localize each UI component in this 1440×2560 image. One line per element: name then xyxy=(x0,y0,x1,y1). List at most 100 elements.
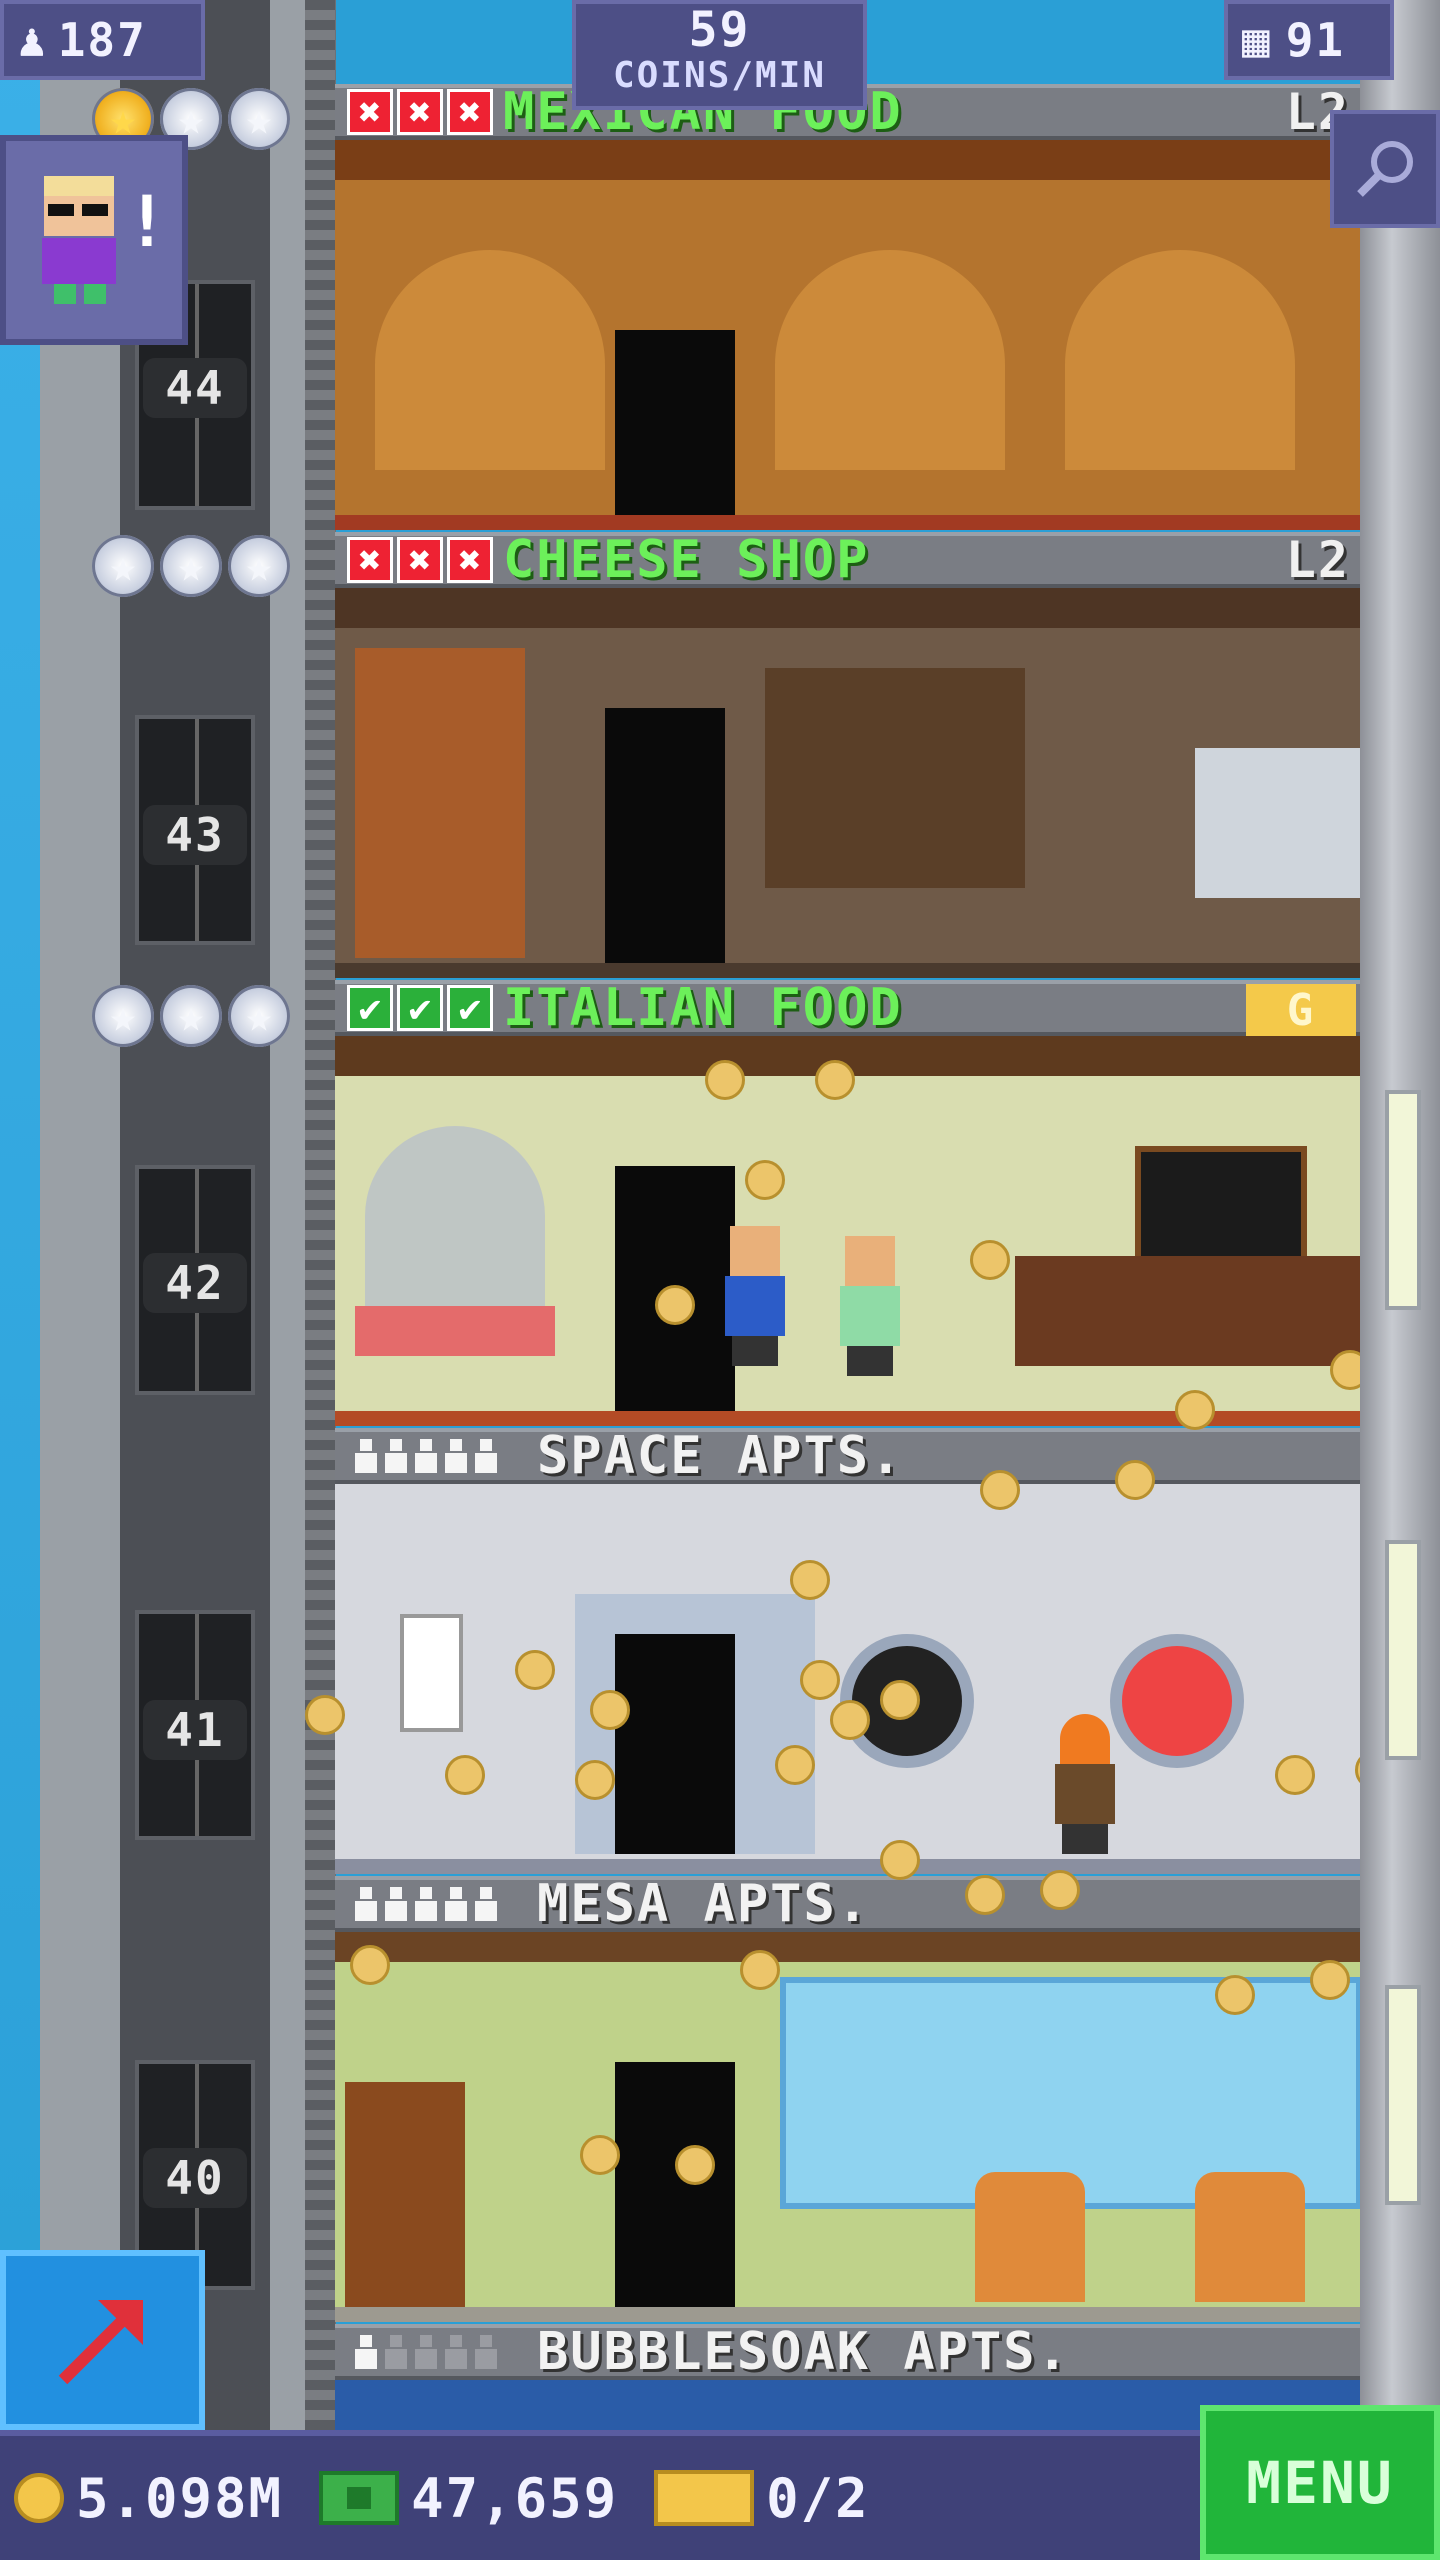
floor-header: SPACE APTS. xyxy=(335,1426,1360,1486)
coin-icon[interactable] xyxy=(655,1285,695,1325)
visitor-character[interactable] xyxy=(835,1236,905,1376)
coin-icon[interactable] xyxy=(675,2145,715,2185)
side-window xyxy=(1385,1540,1421,1760)
coin-icon[interactable] xyxy=(350,1945,390,1985)
room-door xyxy=(615,1634,735,1854)
coin-icon[interactable] xyxy=(705,1060,745,1100)
tickets-display[interactable]: 0/2 xyxy=(654,2467,870,2530)
coin-icon[interactable] xyxy=(880,1680,920,1720)
bookshelf xyxy=(345,2082,465,2312)
room-door xyxy=(605,708,725,968)
coin-icon[interactable] xyxy=(775,1745,815,1785)
floor-counter[interactable]: ▦ 91 xyxy=(1224,0,1394,80)
coin-icon[interactable] xyxy=(880,1840,920,1880)
room-interior xyxy=(335,588,1360,978)
population-counter[interactable]: ♟ 187 xyxy=(0,0,205,80)
resident-character[interactable] xyxy=(1050,1714,1120,1854)
coin-icon[interactable] xyxy=(740,1950,780,1990)
coin-icon[interactable] xyxy=(1310,1960,1350,2000)
room-interior xyxy=(335,140,1360,530)
coin-icon[interactable] xyxy=(1175,1390,1215,1430)
bitizen-alert-button[interactable]: ! xyxy=(0,135,188,345)
out-of-stock-icon: ✖ xyxy=(397,537,443,583)
side-window xyxy=(1385,1985,1421,2205)
elevator-ride-button[interactable] xyxy=(0,2250,205,2430)
floor-number-41: 41 xyxy=(143,1700,247,1760)
coin-icon[interactable] xyxy=(445,1755,485,1795)
residents-indicator xyxy=(355,1887,497,1921)
arch xyxy=(375,250,605,470)
floor-trim xyxy=(335,1859,1360,1874)
zoom-button[interactable] xyxy=(1330,110,1440,228)
room-door xyxy=(615,330,735,530)
coin-icon[interactable] xyxy=(800,1660,840,1700)
bux-value: 47,659 xyxy=(411,2466,619,2530)
resident-icon xyxy=(355,2335,377,2369)
control-panel xyxy=(400,1614,463,1732)
floor-header: MESA APTS. xyxy=(335,1874,1360,1934)
floor-43-stars: ★ ★ ★ xyxy=(92,535,290,597)
coin-icon[interactable] xyxy=(745,1160,785,1200)
floor-number-42: 42 xyxy=(143,1253,247,1313)
star-icon: ★ xyxy=(228,535,290,597)
coin-icon[interactable] xyxy=(1115,1460,1155,1500)
arch xyxy=(775,250,1005,470)
floor-trim xyxy=(335,515,1360,530)
floor-header: ✖ ✖ ✖ CHEESE SHOP L2 xyxy=(335,530,1360,590)
resident-icon xyxy=(475,2335,497,2369)
in-stock-icon: ✔ xyxy=(397,985,443,1031)
stock-indicators: ✖ ✖ ✖ xyxy=(347,537,493,583)
population-value: 187 xyxy=(57,13,147,67)
menu-button[interactable]: MENU xyxy=(1200,2405,1440,2560)
alert-icon: ! xyxy=(125,181,168,263)
coin-icon[interactable] xyxy=(580,2135,620,2175)
ceiling-beam xyxy=(335,1932,1360,1962)
arch xyxy=(1065,250,1295,470)
armchair xyxy=(975,2172,1085,2302)
floor-number-44: 44 xyxy=(143,358,247,418)
resident-icon xyxy=(385,1439,407,1473)
side-window xyxy=(1385,1090,1421,1310)
coin-icon[interactable] xyxy=(1275,1755,1315,1795)
coin-icon[interactable] xyxy=(1215,1975,1255,2015)
stock-indicators: ✖ ✖ ✖ xyxy=(347,89,493,135)
coin-icon[interactable] xyxy=(830,1700,870,1740)
coin-icon[interactable] xyxy=(1040,1870,1080,1910)
coin-icon[interactable] xyxy=(980,1470,1020,1510)
residents-indicator xyxy=(355,1439,497,1473)
resident-icon xyxy=(415,2335,437,2369)
building-icon: ▦ xyxy=(1242,13,1272,67)
dining-table xyxy=(355,1306,555,1356)
resident-icon xyxy=(385,1887,407,1921)
floor-number-40: 40 xyxy=(143,2148,247,2208)
floor-42-stars: ★ ★ ★ xyxy=(92,985,290,1047)
resident-icon xyxy=(385,2335,407,2369)
coin-icon[interactable] xyxy=(590,1690,630,1730)
coin-icon[interactable] xyxy=(965,1875,1005,1915)
coin-icon[interactable] xyxy=(575,1760,615,1800)
floor-header: ✔ ✔ ✔ ITALIAN FOOD G xyxy=(335,978,1360,1038)
floor-trim xyxy=(335,963,1360,978)
coin-icon[interactable] xyxy=(970,1240,1010,1280)
floor-name: MESA APTS. xyxy=(537,1874,871,1934)
floor-name: BUBBLESOAK APTS. xyxy=(537,2322,1070,2382)
room-door xyxy=(615,2062,735,2322)
coin-icon[interactable] xyxy=(305,1695,345,1735)
coin-icon[interactable] xyxy=(515,1650,555,1690)
coin-icon[interactable] xyxy=(815,1060,855,1100)
display-case xyxy=(1195,748,1360,898)
ceiling xyxy=(335,588,1360,628)
star-icon: ★ xyxy=(92,535,154,597)
floor-number-43: 43 xyxy=(143,805,247,865)
out-of-stock-icon: ✖ xyxy=(447,537,493,583)
arrow-up-right-icon xyxy=(58,2300,143,2385)
chef-character[interactable] xyxy=(720,1226,790,1366)
bux-display[interactable]: 47,659 xyxy=(319,2467,618,2530)
star-icon: ★ xyxy=(228,88,290,150)
counter xyxy=(1015,1256,1360,1366)
coin-icon[interactable] xyxy=(790,1560,830,1600)
resident-icon xyxy=(445,2335,467,2369)
in-stock-icon: ✔ xyxy=(447,985,493,1031)
star-icon: ★ xyxy=(92,985,154,1047)
out-of-stock-icon: ✖ xyxy=(347,537,393,583)
